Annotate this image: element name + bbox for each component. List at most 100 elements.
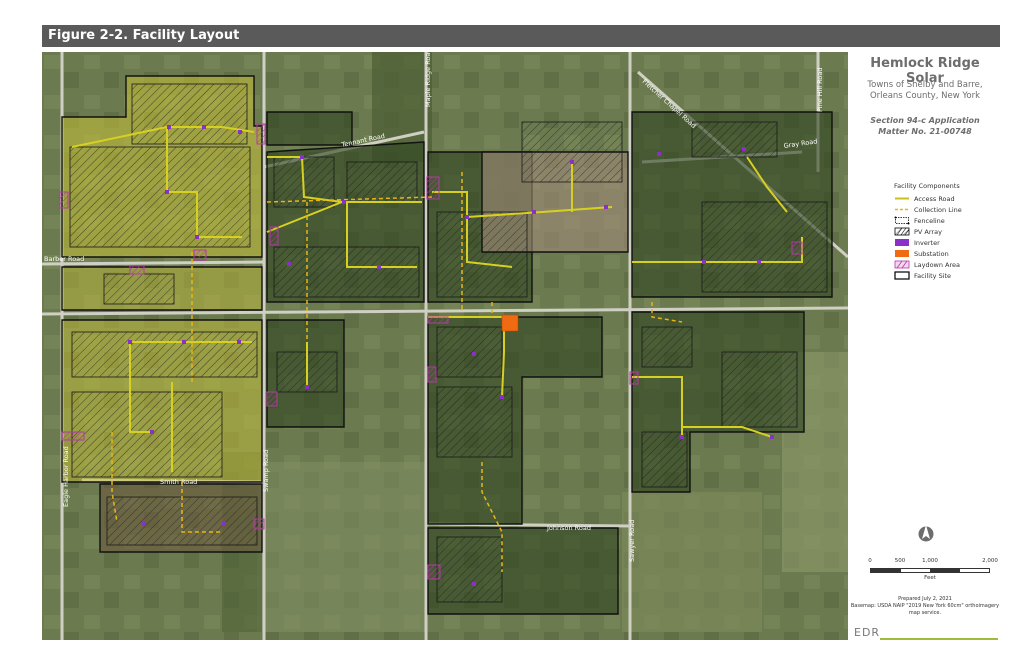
- laydown-area: [427, 366, 437, 383]
- application-line: Section 94-c Application: [870, 116, 980, 125]
- scale-segment: [930, 569, 960, 572]
- map-canvas: Tennant Road Gray Road Fletcher Chapel R…: [42, 52, 848, 640]
- laydown-area: [427, 316, 449, 324]
- prepared-date: Prepared July 2, 2021: [898, 596, 952, 602]
- facility-map[interactable]: Tennant Road Gray Road Fletcher Chapel R…: [42, 52, 848, 640]
- legend-item-inverter: Inverter: [894, 237, 998, 248]
- pv-array-symbol: [894, 227, 910, 236]
- legend-label: Fenceline: [914, 216, 945, 225]
- inverter: [305, 385, 309, 389]
- inverter: [238, 130, 242, 134]
- inverter: [142, 522, 146, 526]
- inverter: [742, 147, 746, 151]
- edr-logo: EDR: [854, 626, 881, 639]
- inverter: [237, 340, 241, 344]
- pv-array: [71, 331, 258, 378]
- scale-tick-label: 500: [894, 558, 906, 564]
- road-label: Barber Road: [44, 255, 84, 263]
- inverter: [182, 340, 186, 344]
- inverter: [167, 125, 171, 129]
- laydown-area: [129, 265, 145, 275]
- scale-labels: 0 500 1,000 2,000: [868, 558, 998, 567]
- road-label: Smith Road: [160, 478, 197, 486]
- laydown-area: [791, 241, 803, 255]
- road-label: Eagle Harbor Road: [62, 446, 70, 507]
- scale-segment: [959, 569, 989, 572]
- inverter: [128, 340, 132, 344]
- pv-array: [131, 83, 248, 145]
- road-label: Swamp Road: [262, 450, 270, 492]
- field-patch: [257, 462, 427, 632]
- road-label: Maple Ridge Road: [424, 52, 432, 107]
- legend-item-pv-array: PV Array: [894, 226, 998, 237]
- legend-item-access-road: Access Road: [894, 193, 998, 204]
- pv-array: [436, 326, 503, 378]
- laydown-area: [253, 518, 265, 530]
- legend-title: Facility Components: [894, 182, 960, 190]
- substation: [501, 314, 519, 332]
- map-sidebar: Hemlock Ridge Solar Towns of Shelby and …: [850, 52, 1000, 640]
- inverter: [500, 395, 504, 399]
- legend-label: PV Array: [914, 227, 942, 236]
- fenceline-symbol: [894, 216, 910, 225]
- laydown-area: [266, 391, 278, 407]
- pv-array: [71, 391, 223, 478]
- field-patch: [622, 492, 762, 632]
- inverter: [472, 352, 476, 356]
- laydown-area: [426, 176, 440, 200]
- pv-array: [346, 161, 418, 203]
- figure-title-bar: Figure 2-2. Facility Layout: [42, 25, 1000, 47]
- legend-label: Access Road: [914, 194, 955, 203]
- project-subtitle: Towns of Shelby and Barre, Orleans Count…: [867, 80, 983, 101]
- inverter: [757, 260, 761, 264]
- inverter: [202, 125, 206, 129]
- road-label: Sawyer Road: [628, 520, 636, 562]
- legend-item-fenceline: Fenceline: [894, 215, 998, 226]
- legend-label: Facility Site: [914, 271, 952, 280]
- pv-array: [436, 536, 503, 603]
- laydown-area: [629, 371, 639, 385]
- pv-array: [641, 326, 693, 368]
- laydown-area: [427, 564, 441, 580]
- legend-label: Collection Line: [914, 205, 962, 214]
- access-road-symbol: [895, 197, 909, 200]
- inverter: [770, 435, 774, 439]
- laydown-area: [59, 191, 69, 209]
- matter-number: Matter No. 21-00748: [878, 127, 972, 136]
- laydown-area: [256, 123, 266, 145]
- map-legend: Facility Components Access Road Collecti…: [894, 182, 998, 281]
- scale-tick-label: 1,000: [922, 558, 938, 564]
- inverter: [570, 160, 574, 164]
- pv-array: [69, 146, 251, 248]
- inverter: [657, 152, 661, 156]
- scale-tick-label: 2,000: [982, 558, 998, 564]
- legend-label: Substation: [914, 249, 949, 258]
- laydown-area: [193, 249, 207, 261]
- collection-line-symbol: [895, 208, 909, 211]
- inverter-symbol: [895, 239, 909, 246]
- facility-site: [266, 111, 353, 146]
- scale-tick-label: 0: [868, 558, 872, 564]
- scale-segment: [900, 569, 930, 572]
- pv-array: [641, 431, 688, 488]
- legend-label: Inverter: [914, 238, 940, 247]
- north-arrow-icon: [918, 525, 934, 542]
- pv-array: [691, 121, 778, 158]
- inverter: [680, 435, 684, 439]
- pv-array: [721, 351, 798, 428]
- road-label: Pine Hill Road: [816, 68, 824, 112]
- inverter: [300, 155, 304, 159]
- inverter: [472, 582, 476, 586]
- inverter: [377, 265, 381, 269]
- facility-site-symbol: [894, 271, 910, 280]
- inverter: [287, 262, 291, 266]
- legend-item-substation: Substation: [894, 248, 998, 259]
- laydown-area: [269, 226, 279, 246]
- application-info: Section 94-c Application Matter No. 21-0…: [850, 115, 1000, 137]
- legend-item-laydown-area: Laydown Area: [894, 259, 998, 270]
- substation-symbol: [895, 250, 909, 257]
- inverter: [150, 430, 154, 434]
- pv-array: [103, 273, 175, 305]
- scale-bar: 0 500 1,000 2,000 Feet: [868, 558, 998, 581]
- basemap-credit: Basemap: USDA NAIP "2019 New York 60cm" …: [850, 603, 1000, 616]
